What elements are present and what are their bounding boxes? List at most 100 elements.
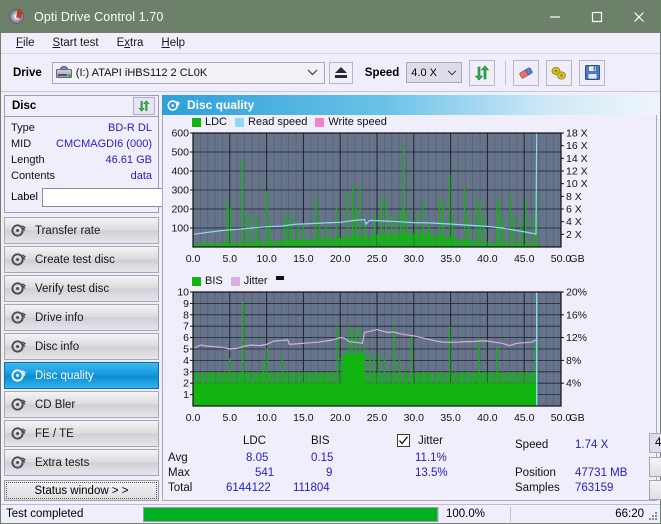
- sidebar-item-label: FE / TE: [35, 427, 74, 440]
- progress-fill: [144, 507, 437, 521]
- menu-start-test[interactable]: Start test: [44, 35, 108, 51]
- sidebar-item-fe-te[interactable]: FE / TE: [4, 420, 159, 447]
- legend-swatch-ldc: [192, 117, 201, 127]
- eraser-icon: [519, 67, 533, 78]
- drive-label: Drive: [13, 66, 42, 79]
- close-icon[interactable]: [618, 1, 660, 33]
- start-full-button[interactable]: Start full: [649, 457, 661, 477]
- legend-label-jitter: Jitter: [243, 275, 268, 287]
- ldc-legend: LDC Read speed Write speed: [163, 115, 656, 129]
- jitter-group: Jitter 11.1% 13.5%: [393, 433, 513, 493]
- svg-text:10.0: 10.0: [256, 412, 277, 424]
- svg-text:35.0: 35.0: [440, 253, 461, 265]
- eject-button[interactable]: [328, 61, 353, 84]
- svg-text:4: 4: [183, 355, 189, 367]
- test-speed-select[interactable]: 4.0 X: [649, 433, 661, 453]
- samples-stat-value: 763159: [575, 482, 614, 494]
- stats-table: LDC BIS Avg Max Total 8.05 541 6144122 0…: [163, 433, 393, 494]
- svg-text:500: 500: [171, 147, 189, 159]
- svg-text:9: 9: [183, 298, 189, 310]
- menu-extra[interactable]: Extra: [108, 35, 153, 51]
- status-bar: Test completed 100.0% 66:20: [1, 504, 660, 523]
- sidebar-item-label: Drive info: [35, 311, 84, 324]
- legend-label-ldc: LDC: [205, 116, 228, 128]
- svg-text:30.0: 30.0: [404, 412, 425, 424]
- stats-ldc-total: 6144122: [226, 482, 271, 494]
- ldc-chart-block: LDC Read speed Write speed 100 200 300 400 5…: [163, 115, 656, 272]
- svg-text:5.0: 5.0: [222, 412, 237, 424]
- sidebar-item-create-test-disc[interactable]: Create test disc: [4, 246, 159, 273]
- sidebar-item-drive-info[interactable]: Drive info: [4, 304, 159, 331]
- legend-swatch-bis: [192, 276, 201, 286]
- svg-text:45.0: 45.0: [514, 412, 535, 424]
- svg-text:2: 2: [183, 378, 189, 390]
- refresh-icon: [475, 65, 490, 80]
- sidebar-item-cd-bler[interactable]: CD Bler: [4, 391, 159, 418]
- speed-select-value: 4.0 X: [411, 66, 437, 79]
- disc-row-type: Type BD-R DL: [11, 121, 152, 136]
- disc-info-rows: Type BD-R DL MID CMCMAGDI6 (000) Length …: [5, 117, 245, 212]
- legend-swatch-read-speed: [235, 117, 245, 127]
- sidebar-item-disc-info[interactable]: Disc info: [4, 333, 159, 360]
- svg-text:10 X: 10 X: [566, 178, 588, 190]
- maximize-icon[interactable]: [576, 1, 618, 33]
- svg-text:14 X: 14 X: [566, 153, 588, 165]
- svg-text:20.0: 20.0: [330, 253, 351, 265]
- disc-refresh-button[interactable]: [133, 97, 155, 115]
- svg-text:8%: 8%: [566, 355, 581, 367]
- stats-ldc-max: 541: [255, 467, 275, 479]
- sidebar-item-label: Extra tests: [35, 456, 90, 469]
- sidebar-item-verify-test-disc[interactable]: Verify test disc: [4, 275, 159, 302]
- disc-panel-header: Disc: [5, 96, 158, 117]
- bitsetting-button[interactable]: [546, 59, 573, 86]
- sidebar-item-transfer-rate[interactable]: Transfer rate: [4, 217, 159, 244]
- legend-label-bis: BIS: [205, 275, 223, 287]
- speed-select[interactable]: 4.0 X: [406, 62, 463, 83]
- svg-text:15.0: 15.0: [293, 412, 314, 424]
- sidebar-item-extra-tests[interactable]: Extra tests: [4, 449, 159, 476]
- svg-text:30.0: 30.0: [404, 253, 425, 265]
- disc-test-icon: [11, 224, 26, 237]
- svg-text:5: 5: [183, 344, 189, 356]
- menu-help[interactable]: Help: [152, 35, 194, 51]
- svg-text:300: 300: [171, 185, 189, 197]
- erase-button[interactable]: [513, 59, 540, 86]
- disc-test-icon: [11, 398, 26, 411]
- eject-icon: [334, 67, 347, 78]
- sidebar-item-disc-quality[interactable]: Disc quality: [4, 362, 159, 389]
- stats-row-max-label: Max: [168, 467, 190, 479]
- disc-row-type-key: Type: [11, 122, 35, 134]
- ldc-plot-svg: 100 200 300 400 500 600 2 X4 X6 X8 X10 X12 X14…: [171, 129, 588, 265]
- svg-text:50.0: 50.0: [551, 253, 572, 265]
- refresh-button[interactable]: [469, 59, 496, 86]
- charts-container: LDC Read speed Write speed 100 200 300 400 5…: [162, 115, 661, 501]
- jitter-checkbox[interactable]: [397, 434, 410, 447]
- sidebar-item-label: Transfer rate: [35, 224, 101, 237]
- menu-file[interactable]: File: [7, 35, 44, 51]
- start-part-button[interactable]: Start part: [649, 480, 661, 500]
- save-button[interactable]: [579, 59, 606, 86]
- speed-stat-label: Speed: [515, 439, 549, 451]
- bis-legend: BIS Jitter: [163, 274, 656, 288]
- svg-text:8: 8: [183, 309, 189, 321]
- svg-text:200: 200: [171, 204, 189, 216]
- resize-grip-icon[interactable]: [648, 511, 658, 521]
- disc-row-length-value: 46.61 GB: [105, 154, 152, 166]
- minimize-icon[interactable]: [534, 1, 576, 33]
- menu-bar: File Start test Extra Help: [1, 33, 660, 54]
- app-disc-icon: [9, 8, 26, 26]
- disc-row-contents: Contents data: [11, 169, 152, 184]
- sidebar-item-label: Disc quality: [35, 369, 94, 382]
- position-stat-label: Position: [515, 467, 556, 479]
- refresh-icon: [138, 100, 150, 112]
- disc-row-contents-key: Contents: [11, 170, 56, 182]
- status-window-button[interactable]: Status window > >: [4, 480, 159, 501]
- drive-select[interactable]: (I:) ATAPI iHBS112 2 CL0K: [51, 61, 325, 84]
- svg-text:10.0: 10.0: [256, 253, 277, 265]
- svg-text:20%: 20%: [566, 288, 587, 299]
- position-stat-value: 47731 MB: [575, 467, 628, 479]
- bis-plot-svg: 12345678910 4% 8% 12% 16% 20% 0.0 5.0 10.0 15.0 20…: [177, 288, 587, 424]
- title-bar: Opti Drive Control 1.70: [1, 1, 660, 33]
- svg-text:12%: 12%: [566, 332, 587, 344]
- bitsetting-icon: [551, 66, 567, 79]
